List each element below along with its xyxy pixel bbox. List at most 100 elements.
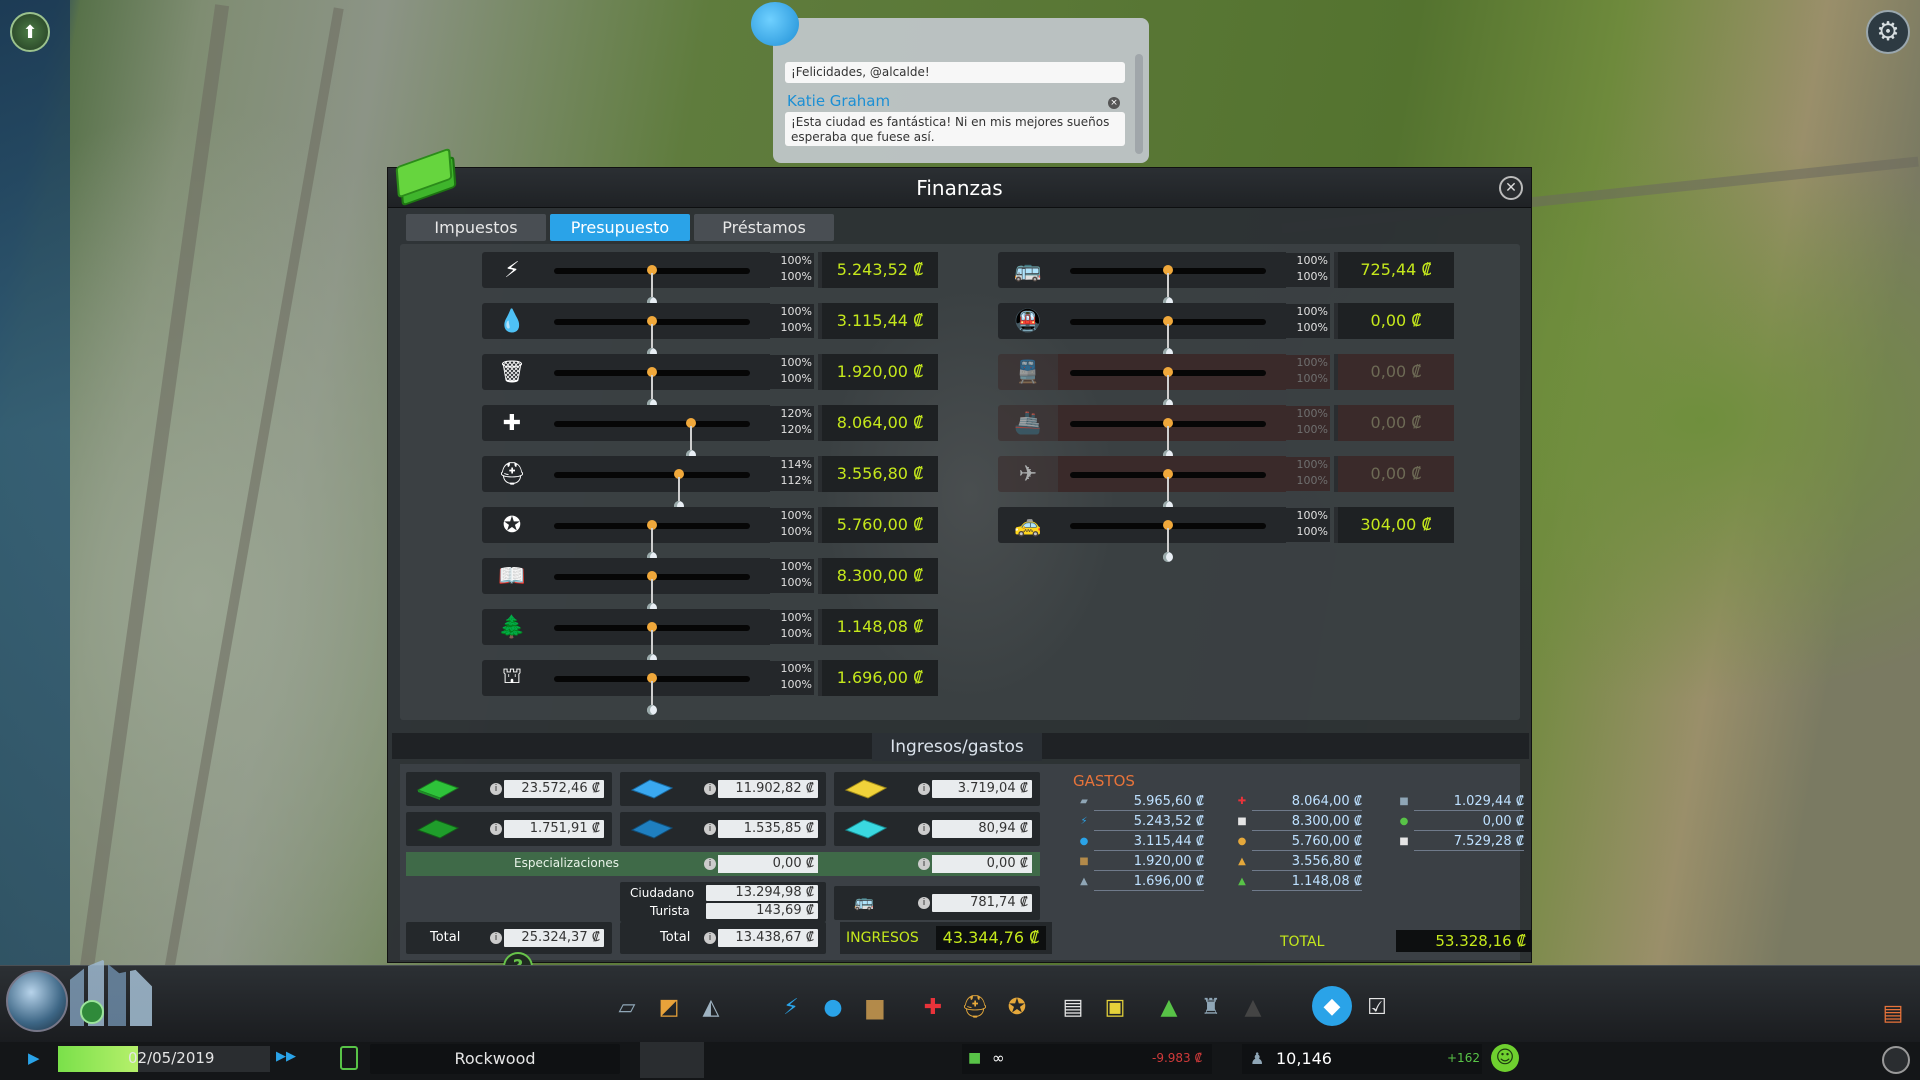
budget-slider[interactable] (554, 571, 750, 613)
budget-row: 📖 100% 100% 8.300,00 ₡ (482, 558, 938, 613)
night-percent: 100% (1296, 270, 1328, 283)
chirper-bird-icon[interactable] (751, 2, 799, 46)
garbage-icon[interactable]: ▆ (858, 990, 892, 1024)
residential-high-icon (414, 816, 464, 842)
budget-slider[interactable] (554, 622, 750, 664)
zoning-icon[interactable]: ◩ (652, 990, 686, 1024)
policies-icon: ● (1399, 816, 1409, 827)
budget-slider[interactable] (554, 316, 750, 358)
info-icon[interactable]: i (918, 897, 930, 909)
close-icon[interactable]: ✕ (1499, 176, 1523, 200)
commercial-high-icon (628, 816, 678, 842)
economy-icon[interactable]: ◆ (1312, 986, 1352, 1026)
day-percent: 100% (1296, 407, 1328, 420)
expense-item: ■ 8.300,00 ₡ (1236, 814, 1366, 831)
chirp-author[interactable]: Katie Graham (787, 92, 890, 110)
info-icon[interactable]: i (490, 932, 502, 944)
night-percent: 100% (780, 372, 812, 385)
budget-slider[interactable] (554, 469, 750, 511)
pause-icon[interactable] (640, 1042, 704, 1078)
chirper-scrollbar[interactable] (1135, 54, 1143, 154)
unlock-icon[interactable] (340, 1046, 358, 1070)
value: 11.902,82 ₡ (718, 780, 818, 798)
chirp-close-icon[interactable]: × (1108, 97, 1120, 109)
fast-forward-icon[interactable]: ▶▶ (276, 1049, 306, 1069)
population-delta: +162 (1447, 1051, 1480, 1065)
expense-value: 8.300,00 ₡ (1252, 814, 1362, 831)
education-icon[interactable]: ▤ (1056, 990, 1090, 1024)
info-icon[interactable]: i (704, 932, 716, 944)
milestone-icon[interactable] (80, 1000, 104, 1024)
districts-icon[interactable]: ◭ (694, 990, 728, 1024)
info-icon[interactable]: i (918, 858, 930, 870)
water-icon[interactable]: ● (816, 990, 850, 1024)
disasters-icon[interactable]: ▲ (1236, 990, 1270, 1024)
parks-icon[interactable]: ▲ (1152, 990, 1186, 1024)
police-icon[interactable]: ✪ (1000, 990, 1034, 1024)
slider-handle[interactable] (1163, 520, 1173, 564)
fire-icon[interactable]: ⛑ (958, 990, 992, 1024)
info-icon[interactable]: i (704, 783, 716, 795)
budget-slider[interactable] (1070, 520, 1266, 562)
budget-slider[interactable] (1070, 418, 1266, 460)
trains-mode-icon[interactable]: ▤ (1876, 996, 1910, 1030)
healthcare-icon[interactable]: ✚ (916, 990, 950, 1024)
tab-prestamos[interactable]: Préstamos (694, 214, 834, 241)
happiness-icon[interactable]: ☺ (1491, 1044, 1519, 1072)
taxi-icon: 🚕 (998, 507, 1058, 543)
police-icon: ✪ (482, 507, 542, 543)
day-percent: 100% (780, 560, 812, 573)
public-transport-icon[interactable]: ▣ (1098, 990, 1132, 1024)
budget-amount: 5.760,00 ₡ (818, 507, 938, 543)
budget-slider[interactable] (1070, 316, 1266, 358)
slider-handle[interactable] (647, 673, 657, 717)
electricity-icon[interactable]: ⚡ (774, 990, 808, 1024)
globe-icon[interactable] (6, 970, 68, 1032)
value: 80,94 ₡ (932, 820, 1032, 838)
budget-slider[interactable] (554, 367, 750, 409)
budget-slider[interactable] (1070, 469, 1266, 511)
policies-icon[interactable]: ☑ (1360, 990, 1394, 1024)
budget-slider[interactable] (554, 673, 750, 715)
info-icon[interactable]: i (704, 823, 716, 835)
day-percent: 100% (1296, 356, 1328, 369)
value: 1.751,91 ₡ (504, 820, 604, 838)
river (0, 0, 70, 1080)
total-commercial: Total i 13.438,67 ₡ (620, 922, 826, 954)
info-icon[interactable]: i (918, 783, 930, 795)
budget-percent: 100% 100% (1286, 355, 1330, 389)
info-icon[interactable]: i (918, 823, 930, 835)
specializations-row: Especializaciones i 0,00 ₡ i 0,00 ₡ (406, 852, 1040, 876)
budget-slider[interactable] (1070, 367, 1266, 409)
info-icon[interactable]: i (490, 783, 502, 795)
plane-icon: ✈ (998, 456, 1058, 492)
tab-presupuesto[interactable]: Presupuesto (550, 214, 690, 241)
info-icon[interactable]: i (490, 823, 502, 835)
night-percent: 100% (1296, 474, 1328, 487)
budget-row: ⚡ 100% 100% 5.243,52 ₡ (482, 252, 938, 307)
population-icon: ♟ (1250, 1049, 1265, 1068)
night-percent: 100% (1296, 423, 1328, 436)
roads-icon[interactable]: ▱ (610, 990, 644, 1024)
expense-value: 0,00 ₡ (1414, 814, 1524, 831)
budget-slider[interactable] (554, 520, 750, 562)
monuments-icon[interactable]: ♜ (1194, 990, 1228, 1024)
settings-gear-icon[interactable]: ⚙ (1866, 10, 1910, 54)
unlock-menu-button[interactable]: ⬆ (10, 12, 50, 52)
value: 143,69 ₡ (706, 903, 818, 919)
night-percent: 100% (1296, 372, 1328, 385)
income-commercial-low: i 11.902,82 ₡ (620, 772, 826, 806)
play-icon[interactable]: ▶ (28, 1049, 50, 1069)
slider-stem (1167, 324, 1169, 350)
day-percent: 100% (1296, 458, 1328, 471)
budget-slider[interactable] (554, 418, 750, 460)
budget-slider[interactable] (1070, 265, 1266, 307)
city-name[interactable]: Rockwood (370, 1044, 620, 1074)
info-icon[interactable]: i (704, 858, 716, 870)
camera-icon[interactable] (1882, 1046, 1910, 1074)
total-label: Total (660, 930, 691, 945)
income-tourism: Ciudadano 13.294,98 ₡ Turista 143,69 ₡ (620, 882, 826, 922)
population-value: 10,146 (1276, 1049, 1332, 1068)
tab-impuestos[interactable]: Impuestos (406, 214, 546, 241)
budget-slider[interactable] (554, 265, 750, 307)
